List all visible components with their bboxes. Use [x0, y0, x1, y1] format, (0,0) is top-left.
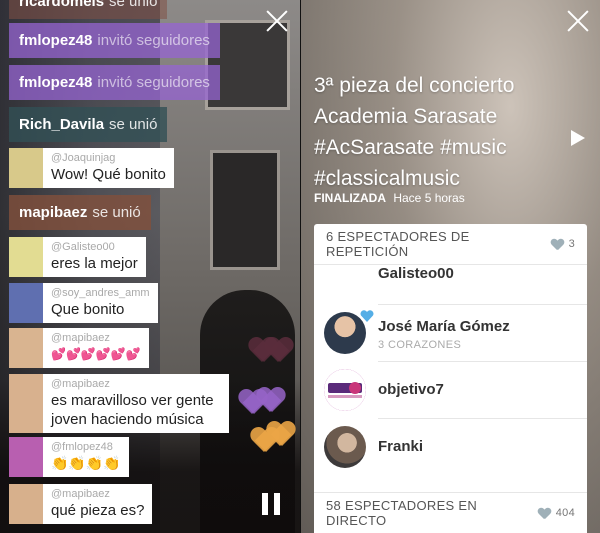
viewer-name: Galisteo00 [378, 265, 454, 282]
comment-text: qué pieza es? [51, 502, 145, 519]
floating-heart-icon [256, 388, 284, 414]
viewer-row[interactable]: Galisteo00 [378, 265, 587, 305]
comment-bubble: @mapibaez es maravilloso ver gente joven… [43, 374, 229, 433]
live-viewers-footer[interactable]: 58 ESPECTADORES EN DIRECTO 404 [314, 492, 587, 533]
replay-viewers-label: 6 ESPECTADORES DE REPETICIÓN [326, 229, 470, 259]
heart-icon [538, 508, 550, 519]
avatar [9, 237, 43, 277]
comment-text: eres la mejor [51, 255, 138, 272]
comment-bubble: @soy_andres_amm Que bonito [43, 283, 158, 323]
comment-bubble: @mapibaez qué pieza es? [43, 484, 153, 524]
chat-comment: @soy_andres_amm Que bonito [9, 283, 158, 323]
viewer-hearts: 3 CORAZONES [378, 339, 462, 351]
broadcast-video-panel: ricardomeis se unió fmlopez48 invitó seg… [0, 0, 300, 533]
avatar [9, 283, 43, 323]
play-icon[interactable] [571, 130, 585, 146]
verified-heart-icon [360, 309, 374, 322]
chat-action: se unió [92, 204, 141, 221]
comment-user: @Joaquinjag [51, 152, 116, 164]
comment-text: 👏👏👏👏 [51, 455, 121, 471]
comment-bubble: @Galisteo00 eres la mejor [43, 237, 146, 277]
replay-info-panel: 3ª pieza del concierto Academia Sarasate… [301, 0, 600, 533]
chat-event: ricardomeis se unió [9, 0, 168, 19]
chat-user: Rich_Davila [19, 116, 105, 133]
chat-event: Rich_Davila se unió [9, 107, 168, 142]
close-icon[interactable] [265, 9, 289, 33]
chat-user: fmlopez48 [19, 32, 93, 49]
chat-user: ricardomeis [19, 0, 105, 10]
chat-event: mapibaez se unió [9, 195, 151, 230]
comment-bubble: @fmlopez48 👏👏👏👏 [43, 437, 129, 477]
chat-comment: @mapibaez 💕💕💕💕💕💕 [9, 328, 149, 368]
chat-comment: @mapibaez qué pieza es? [9, 484, 153, 524]
comment-bubble: @mapibaez 💕💕💕💕💕💕 [43, 328, 149, 368]
viewer-name: Franki [378, 438, 424, 455]
floating-heart-icon [266, 422, 294, 448]
comment-user: @soy_andres_amm [51, 287, 150, 299]
chat-user: mapibaez [19, 204, 88, 221]
background-window [210, 150, 280, 270]
replay-hearts-count: 3 [568, 238, 575, 250]
status-label: FINALIZADA [314, 191, 386, 205]
live-viewers-label: 58 ESPECTADORES EN DIRECTO [326, 498, 478, 528]
avatar [9, 437, 43, 477]
chat-comment: @Galisteo00 eres la mejor [9, 237, 146, 277]
chat-event: fmlopez48 invitó seguidores [9, 23, 220, 58]
chat-action: se unió [109, 0, 158, 10]
avatar [9, 484, 43, 524]
broadcast-title: 3ª pieza del concierto Academia Sarasate… [314, 74, 515, 190]
viewer-row[interactable]: Franki [324, 419, 587, 476]
viewer-row[interactable]: José María Gómez 3 CORAZONES [324, 305, 587, 362]
chat-user: fmlopez48 [19, 74, 93, 91]
viewer-name: José María Gómez [378, 318, 510, 335]
floating-heart-icon [264, 338, 292, 364]
comment-text: Wow! Qué bonito [51, 166, 166, 183]
viewers-card: 6 ESPECTADORES DE REPETICIÓN 3 Galisteo0… [314, 224, 587, 533]
avatar [324, 369, 366, 411]
pause-icon[interactable] [262, 493, 282, 515]
chat-comment: @mapibaez es maravilloso ver gente joven… [9, 374, 229, 433]
comment-bubble: @Joaquinjag Wow! Qué bonito [43, 148, 174, 188]
objetivo7-logo [324, 369, 366, 411]
comment-text: Que bonito [51, 301, 125, 318]
comment-user: @mapibaez [51, 488, 110, 500]
chat-comment: @fmlopez48 👏👏👏👏 [9, 437, 129, 477]
chat-action: se unió [109, 116, 158, 133]
comment-user: @mapibaez [51, 378, 110, 390]
avatar [324, 426, 366, 468]
viewer-name: objetivo7 [378, 381, 444, 398]
comment-user: @Galisteo00 [51, 241, 115, 253]
close-icon[interactable] [566, 9, 590, 33]
comment-text: 💕💕💕💕💕💕 [51, 347, 141, 361]
broadcast-status: FINALIZADA Hace 5 horas [314, 191, 465, 205]
avatar [9, 374, 43, 433]
comment-user: @fmlopez48 [51, 441, 113, 453]
viewer-row[interactable]: objetivo7 [324, 362, 587, 419]
live-hearts-count: 404 [555, 507, 575, 519]
avatar [9, 148, 43, 188]
avatar [9, 328, 43, 368]
chat-action: invitó seguidores [97, 74, 210, 91]
heart-icon [551, 239, 563, 250]
chat-action: invitó seguidores [97, 32, 210, 49]
chat-comment: @Joaquinjag Wow! Qué bonito [9, 148, 174, 188]
chat-event: fmlopez48 invitó seguidores [9, 65, 220, 100]
comment-text: es maravilloso ver gente joven haciendo … [51, 392, 214, 428]
comment-user: @mapibaez [51, 332, 110, 344]
replay-viewers-header[interactable]: 6 ESPECTADORES DE REPETICIÓN 3 [314, 224, 587, 265]
status-time: Hace 5 horas [393, 191, 465, 205]
